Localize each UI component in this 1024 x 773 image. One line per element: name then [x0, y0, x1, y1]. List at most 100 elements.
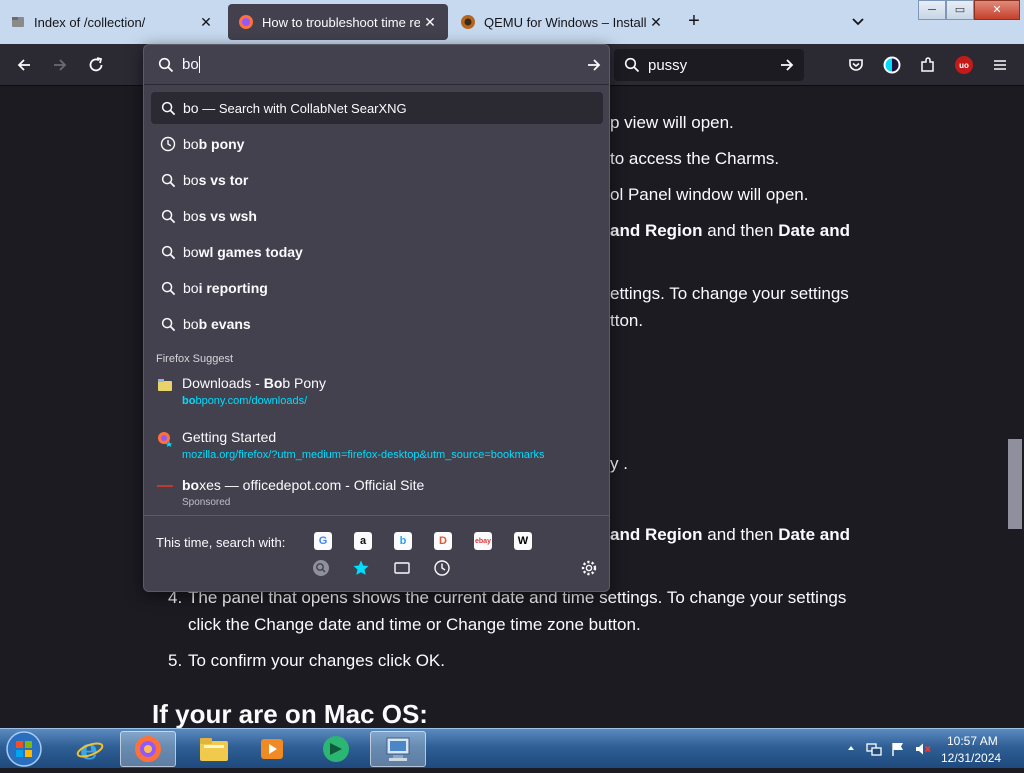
search-icon: [158, 173, 178, 188]
page-scrollbar[interactable]: [1006, 87, 1024, 728]
result-bookmark-bob-pony[interactable]: Downloads - Bob Pony bobpony.com/downloa…: [151, 375, 603, 415]
chevron-down-icon: [852, 18, 864, 26]
pocket-icon: [849, 59, 863, 71]
tab-qemu[interactable]: QEMU for Windows – Installers ✕: [450, 4, 674, 40]
arrow-left-icon: [17, 59, 30, 71]
forward-button[interactable]: [46, 52, 74, 78]
taskbar-remote-desktop[interactable]: [370, 731, 426, 767]
search-icon: [158, 281, 178, 296]
search-icon: [158, 57, 174, 72]
new-tab-button[interactable]: +: [682, 10, 706, 34]
app-globe-icon: [323, 736, 349, 762]
firefox-bookmark-icon: [158, 432, 173, 447]
suggestion-item[interactable]: bo s vs tor: [151, 164, 603, 196]
tab-index-collection[interactable]: Index of /collection/ ✕: [0, 4, 224, 40]
ublock-button[interactable]: uo: [950, 52, 978, 78]
search-settings-button[interactable]: [580, 559, 600, 579]
arrow-right-icon: [54, 59, 67, 71]
app-menu-button[interactable]: [986, 52, 1014, 78]
arrow-right-icon[interactable]: [579, 56, 609, 74]
amazon-icon: a: [359, 535, 367, 547]
engine-wikipedia-button[interactable]: W: [514, 532, 532, 550]
star-icon: [353, 560, 369, 575]
bookmarks-button[interactable]: [352, 559, 372, 579]
start-button[interactable]: [4, 730, 44, 768]
wikipedia-icon: W: [517, 535, 529, 547]
engine-amazon-button[interactable]: a: [354, 532, 372, 550]
folder-page-icon: [158, 379, 172, 391]
reload-button[interactable]: [82, 52, 110, 78]
gear-icon: [581, 560, 597, 576]
tab-title: QEMU for Windows – Installers: [484, 14, 646, 30]
search-bar[interactable]: pussy: [614, 49, 804, 81]
extensions-button[interactable]: [914, 52, 942, 78]
taskbar-app[interactable]: [308, 731, 364, 767]
windows-taskbar: e 10:57 AM 12/31/2024: [0, 728, 1024, 768]
list-all-tabs-button[interactable]: [848, 10, 868, 34]
suggestion-item[interactable]: bo b pony: [151, 128, 603, 160]
tab-close-button[interactable]: ✕: [646, 14, 666, 31]
ublock-label: uo: [959, 60, 969, 70]
search-icon: [158, 209, 178, 224]
engine-google-button[interactable]: G: [314, 532, 332, 550]
pocket-button[interactable]: [842, 52, 870, 78]
maximize-button[interactable]: ▭: [946, 0, 974, 20]
taskbar-media-player[interactable]: [244, 731, 300, 767]
result-sponsored-officedepot[interactable]: boxes — officedepot.com - Official Site …: [151, 477, 603, 513]
suggestion-item[interactable]: bo i reporting: [151, 272, 603, 304]
search-bar-text[interactable]: pussy: [648, 57, 778, 74]
suggestion-item[interactable]: bo s vs wsh: [151, 200, 603, 232]
hamburger-menu-icon: [994, 60, 1006, 70]
list-item-text: click the Change date and time or Change…: [188, 615, 641, 634]
result-search-with-engine[interactable]: bo — Search with CollabNet SearXNG: [151, 92, 603, 124]
suggestion-item[interactable]: bo wl games today: [151, 236, 603, 268]
firefox-icon: [239, 15, 253, 29]
clock-date[interactable]: 12/31/2024: [941, 751, 1001, 765]
tabs-button[interactable]: [393, 559, 413, 579]
google-icon: G: [318, 535, 328, 547]
engine-bing-button[interactable]: b: [394, 532, 412, 550]
flag-icon[interactable]: [890, 741, 906, 757]
clock-time[interactable]: 10:57 AM: [947, 734, 998, 748]
suggestion-typed-text: bo: [183, 208, 199, 224]
internet-explorer-icon: e: [76, 734, 104, 764]
one-off-search-buttons: This time, search with: Ga b Debay W: [144, 515, 609, 591]
tab-close-button[interactable]: ✕: [420, 14, 440, 31]
suggestion-item[interactable]: bo b evans: [151, 308, 603, 340]
account-button[interactable]: [878, 52, 906, 78]
suggestion-completion-text: s vs wsh: [198, 208, 257, 224]
firefox-suggest-header: Firefox Suggest: [156, 353, 234, 365]
minimize-button[interactable]: ─: [918, 0, 946, 20]
reload-icon: [89, 57, 103, 72]
history-button[interactable]: [433, 559, 453, 579]
search-icon: [158, 317, 178, 332]
search-history-button[interactable]: [312, 559, 332, 579]
engine-duckduckgo-button[interactable]: D: [434, 532, 452, 550]
network-icon[interactable]: [866, 741, 882, 757]
content-line: and Region and then Date and: [610, 525, 850, 544]
content-line: and Region and then Date and: [610, 221, 850, 240]
ebay-icon: ebay: [475, 537, 491, 545]
taskbar-file-explorer[interactable]: [186, 731, 242, 767]
engine-ebay-button[interactable]: ebay: [474, 532, 492, 550]
volume-muted-icon[interactable]: [914, 741, 932, 757]
clock-icon: [434, 560, 450, 576]
taskbar-internet-explorer[interactable]: e: [62, 731, 118, 767]
taskbar-firefox[interactable]: [120, 731, 176, 767]
urlbar-dropdown: bo bo — Search with CollabNet SearXNG bo…: [143, 44, 610, 592]
tab-strip: Index of /collection/ ✕ How to troublesh…: [0, 0, 1024, 44]
tab-close-button[interactable]: ✕: [196, 14, 216, 31]
arrow-right-icon[interactable]: [778, 56, 796, 74]
result-bookmark-getting-started[interactable]: Getting Started mozilla.org/firefox/?utm…: [151, 429, 603, 469]
suggestion-completion-text: b pony: [198, 136, 245, 152]
back-button[interactable]: [10, 52, 38, 78]
url-input[interactable]: bo: [182, 56, 579, 74]
chevron-up-icon[interactable]: [846, 743, 856, 753]
url-bar[interactable]: bo: [144, 45, 609, 85]
close-window-button[interactable]: ✕: [974, 0, 1020, 20]
firefox-icon: [135, 736, 161, 762]
sponsored-label: Sponsored: [182, 497, 231, 508]
scrollbar-thumb[interactable]: [1008, 439, 1022, 529]
suggestion-typed-text: bo: [183, 280, 199, 296]
tab-troubleshoot-time[interactable]: How to troubleshoot time relat ✕: [228, 4, 448, 40]
